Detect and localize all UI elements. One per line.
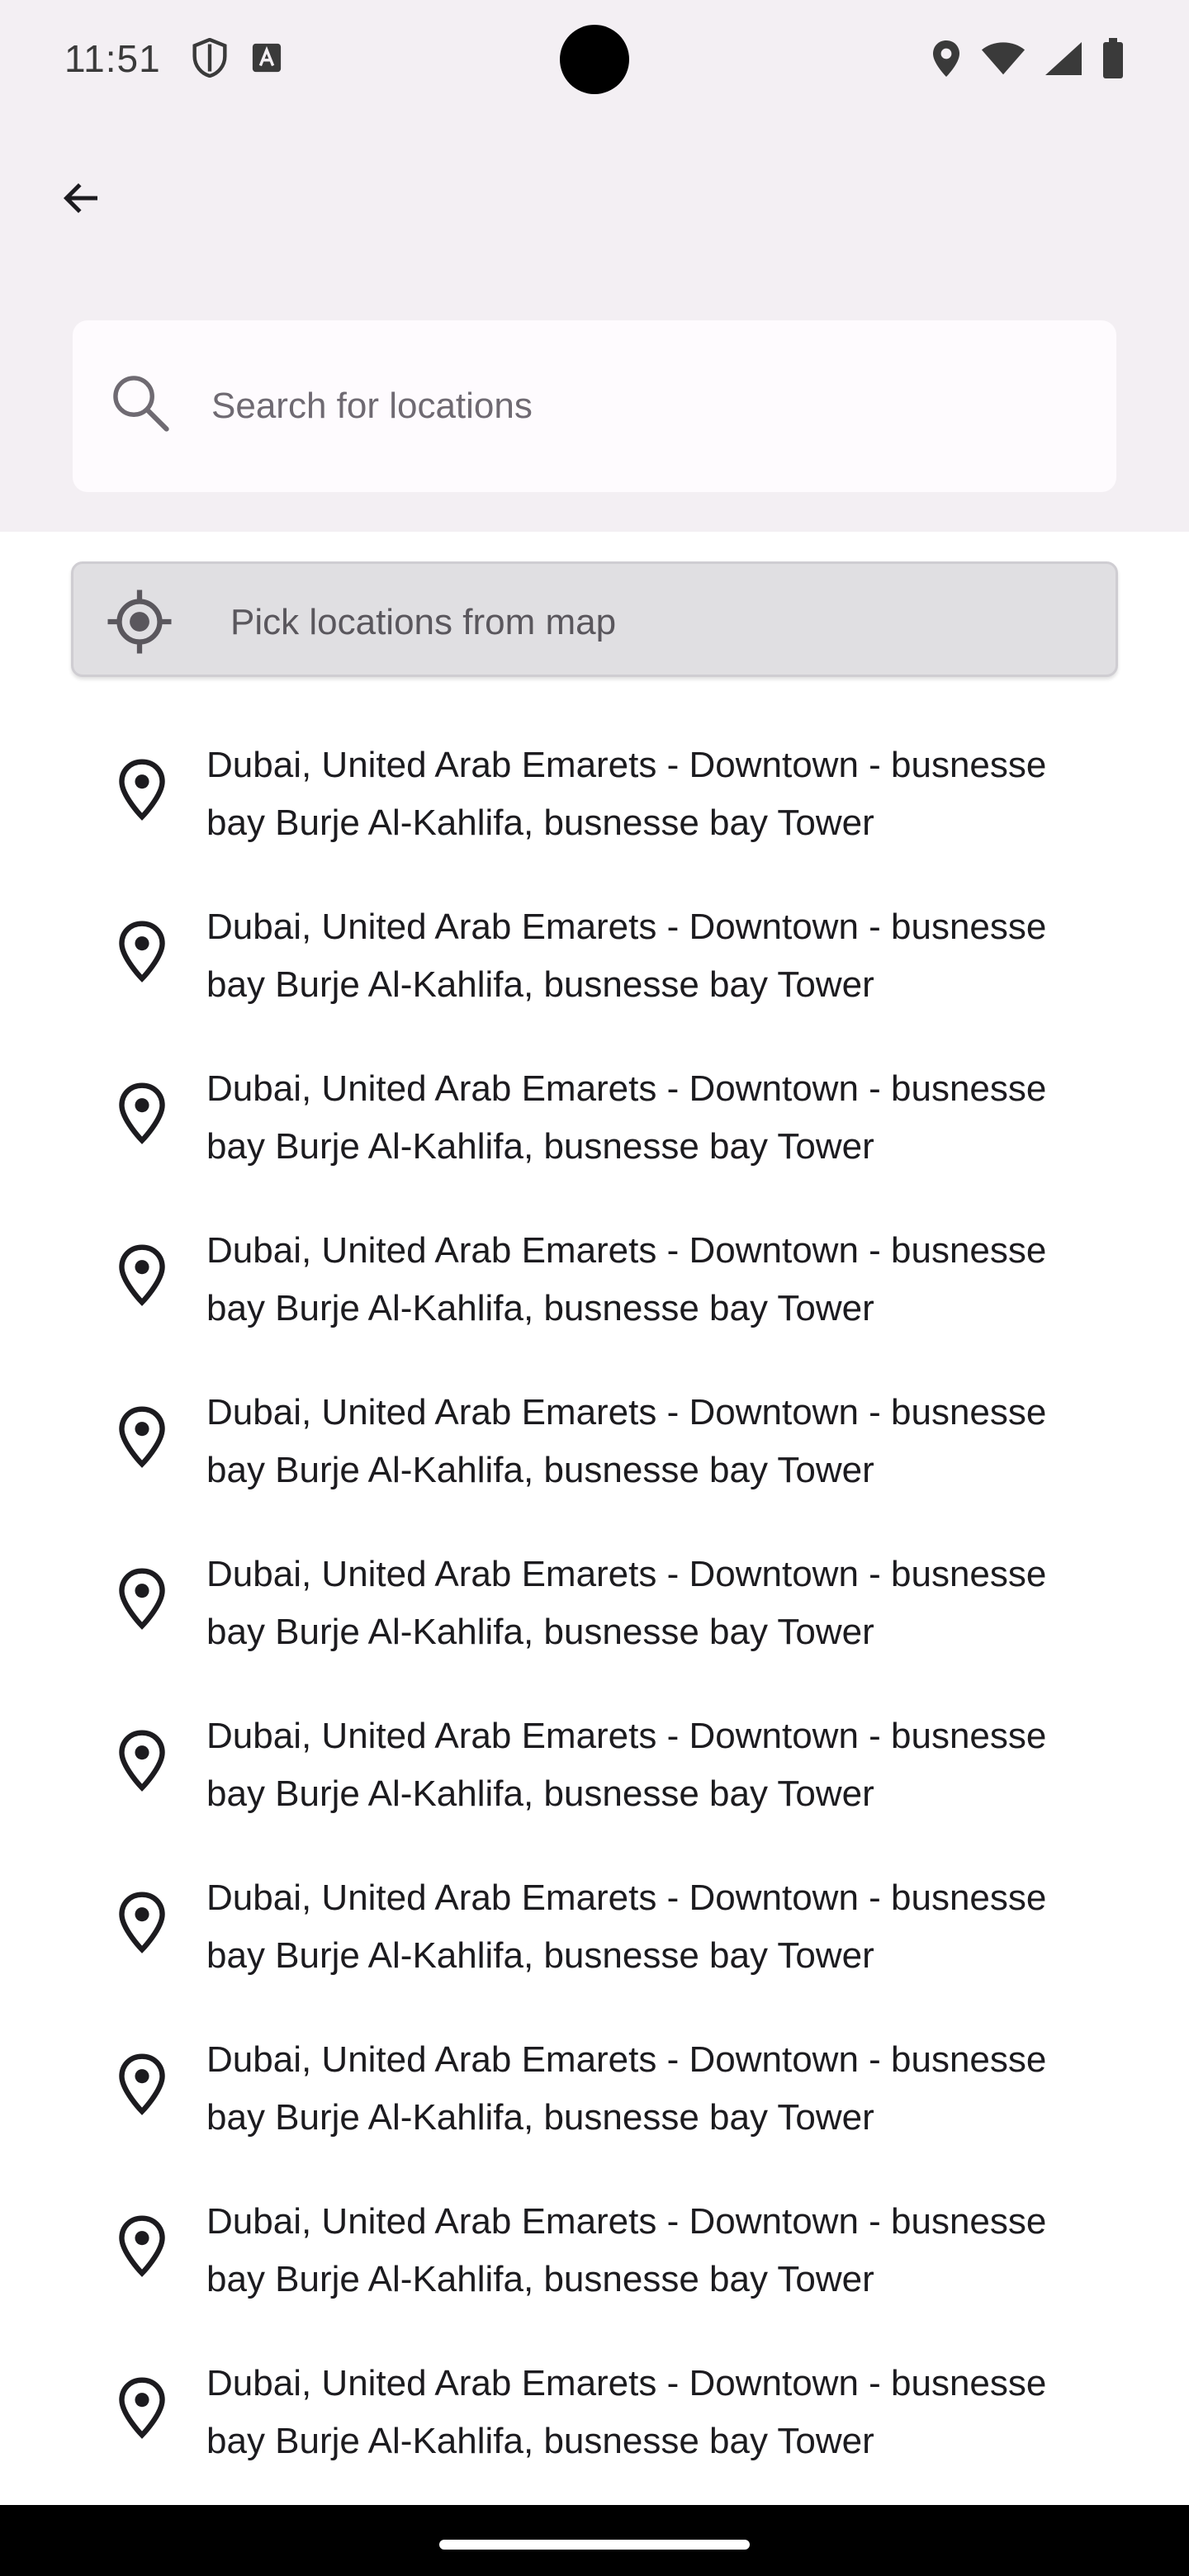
location-pin-icon: [116, 920, 168, 987]
location-search-screen: 11:51 Search for locations Pick location…: [0, 0, 1189, 2576]
location-address: Dubai, United Arab Emarets - Downtown - …: [206, 1878, 1047, 1976]
my-location-icon: [105, 587, 174, 661]
location-list-item[interactable]: Dubai, United Arab Emarets - Downtown - …: [0, 1851, 1189, 2013]
search-icon: [109, 372, 172, 438]
location-address: Dubai, United Arab Emarets - Downtown - …: [206, 745, 1047, 843]
location-list-item[interactable]: Dubai, United Arab Emarets - Downtown - …: [0, 880, 1189, 1042]
location-address: Dubai, United Arab Emarets - Downtown - …: [206, 907, 1047, 1005]
status-right-icons: [930, 38, 1125, 83]
location-list-item[interactable]: Dubai, United Arab Emarets - Downtown - …: [0, 1042, 1189, 1204]
signal-icon: [1044, 40, 1083, 81]
location-list-item[interactable]: Dubai, United Arab Emarets - Downtown - …: [0, 718, 1189, 880]
location-list-item[interactable]: Dubai, United Arab Emarets - Downtown - …: [0, 2013, 1189, 2175]
font-icon: [251, 42, 282, 78]
location-pin-icon: [116, 2214, 168, 2281]
location-pin-icon: [116, 2376, 168, 2443]
location-address: Dubai, United Arab Emarets - Downtown - …: [206, 2039, 1047, 2138]
arrow-back-icon: [56, 173, 106, 227]
location-address: Dubai, United Arab Emarets - Downtown - …: [206, 2201, 1047, 2299]
location-list-item[interactable]: Dubai, United Arab Emarets - Downtown - …: [0, 1689, 1189, 1851]
location-list: Dubai, United Arab Emarets - Downtown - …: [0, 718, 1189, 2498]
location-list-item[interactable]: Dubai, United Arab Emarets - Downtown - …: [0, 1527, 1189, 1689]
location-address: Dubai, United Arab Emarets - Downtown - …: [206, 1554, 1047, 1652]
header-area: 11:51: [0, 0, 1189, 532]
pick-locations-label: Pick locations from map: [230, 602, 617, 642]
status-time: 11:51: [64, 37, 161, 80]
location-pin-icon: [116, 1567, 168, 1634]
home-handle[interactable]: [439, 2540, 750, 2550]
battery-icon: [1101, 38, 1125, 83]
location-pin-icon: [116, 1405, 168, 1472]
location-pin-icon: [116, 1243, 168, 1310]
wifi-icon: [981, 40, 1026, 81]
location-address: Dubai, United Arab Emarets - Downtown - …: [206, 1230, 1047, 1328]
location-list-item[interactable]: Dubai, United Arab Emarets - Downtown - …: [0, 2175, 1189, 2337]
location-list-item[interactable]: Dubai, United Arab Emarets - Downtown - …: [0, 2337, 1189, 2498]
location-list-item[interactable]: Dubai, United Arab Emarets - Downtown - …: [0, 1366, 1189, 1527]
location-pin-icon: [116, 758, 168, 825]
back-button[interactable]: [43, 162, 119, 238]
location-pin-icon: [116, 2053, 168, 2119]
pick-locations-from-map-button[interactable]: Pick locations from map: [71, 561, 1118, 677]
location-pin-icon: [116, 1729, 168, 1796]
status-bar: 11:51: [0, 0, 1189, 119]
camera-cutout: [560, 25, 629, 94]
search-input[interactable]: [211, 372, 1037, 441]
location-icon: [930, 39, 963, 83]
status-left-icons: [192, 37, 282, 82]
location-pin-icon: [116, 1082, 168, 1148]
navigation-bar: [0, 2505, 1189, 2576]
location-address: Dubai, United Arab Emarets - Downtown - …: [206, 1392, 1047, 1490]
location-list-item[interactable]: Dubai, United Arab Emarets - Downtown - …: [0, 1204, 1189, 1366]
location-address: Dubai, United Arab Emarets - Downtown - …: [206, 1068, 1047, 1167]
shield-icon: [192, 37, 228, 82]
location-address: Dubai, United Arab Emarets - Downtown - …: [206, 2363, 1047, 2461]
location-pin-icon: [116, 1891, 168, 1958]
location-address: Dubai, United Arab Emarets - Downtown - …: [206, 1716, 1047, 1814]
